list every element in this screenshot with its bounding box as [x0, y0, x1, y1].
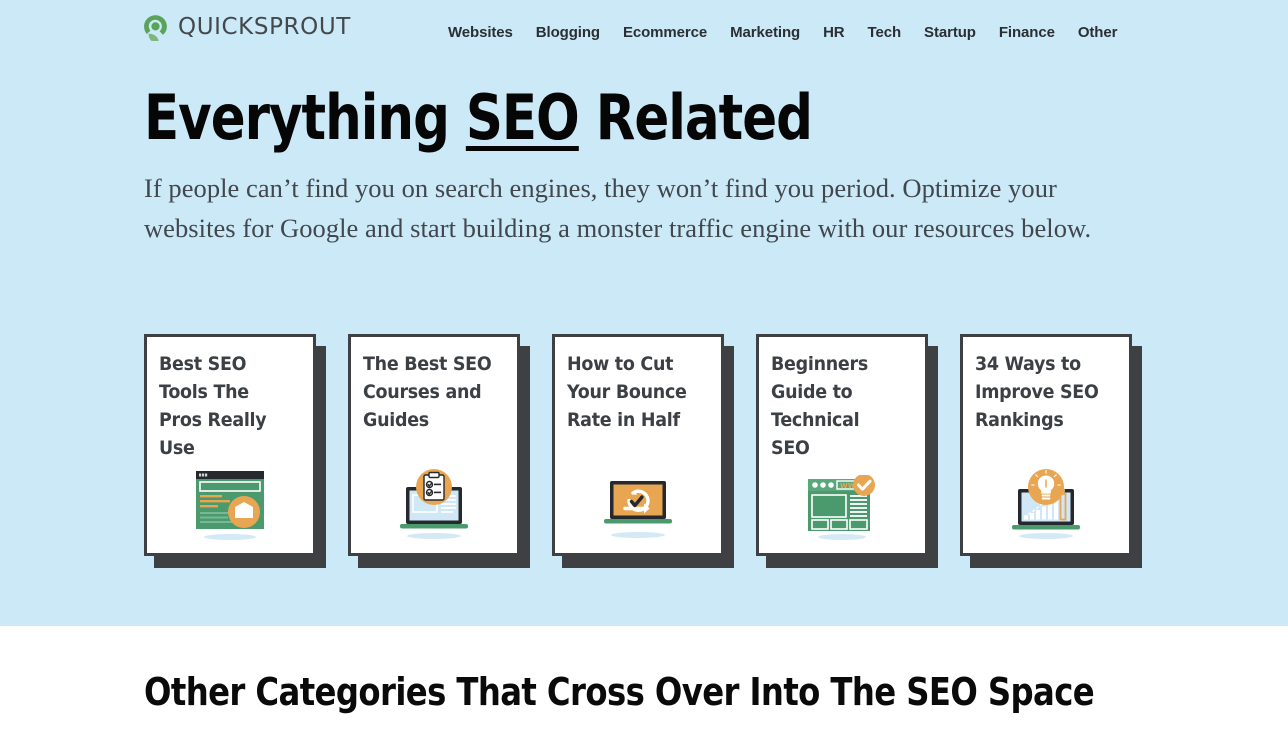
- brand-logo[interactable]: QUICKSPROUT: [142, 14, 351, 44]
- nav-item-hr[interactable]: HR: [823, 22, 845, 43]
- laptop-bounce-arrow-icon: [555, 469, 721, 541]
- brand-wordmark: QUICKSPROUT: [178, 14, 351, 40]
- card-wrapper: Best SEO Tools The Pros Really Use: [144, 334, 326, 568]
- page-root: QUICKSPROUT Websites Blogging Ecommerce …: [0, 0, 1288, 731]
- nav-item-ecommerce[interactable]: Ecommerce: [623, 22, 707, 43]
- section-heading: Other Categories That Cross Over Into Th…: [144, 670, 1095, 714]
- nav-item-tech[interactable]: Tech: [868, 22, 902, 43]
- nav-item-websites[interactable]: Websites: [448, 22, 513, 43]
- hero-subtitle: If people can’t find you on search engin…: [144, 173, 1092, 243]
- card-title: Beginners Guide to Technical SEO: [771, 353, 868, 459]
- featured-card-row: Best SEO Tools The Pros Really Use The B…: [144, 334, 1142, 568]
- lower-section: Other Categories That Cross Over Into Th…: [0, 626, 1288, 731]
- www-browser-check-icon: WWW: [759, 475, 925, 541]
- site-header: QUICKSPROUT Websites Blogging Ecommerce …: [0, 0, 1288, 62]
- headline-emphasis: SEO: [465, 81, 580, 154]
- nav-item-finance[interactable]: Finance: [999, 22, 1055, 43]
- quicksprout-leaf-icon: [142, 14, 169, 44]
- headline-after: Related: [578, 81, 813, 154]
- card-title: 34 Ways to Improve SEO Rankings: [975, 353, 1099, 431]
- nav-item-marketing[interactable]: Marketing: [730, 22, 800, 43]
- laptop-clipboard-checklist-icon: [351, 469, 517, 541]
- card-best-seo-courses[interactable]: The Best SEO Courses and Guides: [348, 334, 520, 556]
- green-browser-envelope-icon: [147, 469, 313, 541]
- card-best-seo-tools[interactable]: Best SEO Tools The Pros Really Use: [144, 334, 316, 556]
- card-wrapper: Beginners Guide to Technical SEO WWW: [756, 334, 938, 568]
- card-technical-seo-guide[interactable]: Beginners Guide to Technical SEO WWW: [756, 334, 928, 556]
- card-wrapper: The Best SEO Courses and Guides: [348, 334, 530, 568]
- card-title: How to Cut Your Bounce Rate in Half: [567, 353, 687, 431]
- card-wrapper: 34 Ways to Improve SEO Rankings: [960, 334, 1142, 568]
- nav-item-startup[interactable]: Startup: [924, 22, 976, 43]
- page-title: Everything SEO Related: [144, 81, 813, 154]
- headline-before: Everything: [144, 81, 466, 154]
- nav-item-other[interactable]: Other: [1078, 22, 1118, 43]
- main-nav: Websites Blogging Ecommerce Marketing HR…: [448, 22, 1117, 43]
- card-title: The Best SEO Courses and Guides: [363, 353, 492, 431]
- nav-item-blogging[interactable]: Blogging: [536, 22, 600, 43]
- card-improve-seo-rankings[interactable]: 34 Ways to Improve SEO Rankings: [960, 334, 1132, 556]
- card-cut-bounce-rate[interactable]: How to Cut Your Bounce Rate in Half: [552, 334, 724, 556]
- card-title: Best SEO Tools The Pros Really Use: [159, 353, 267, 459]
- card-wrapper: How to Cut Your Bounce Rate in Half: [552, 334, 734, 568]
- laptop-growth-chart-bulb-icon: [963, 467, 1129, 541]
